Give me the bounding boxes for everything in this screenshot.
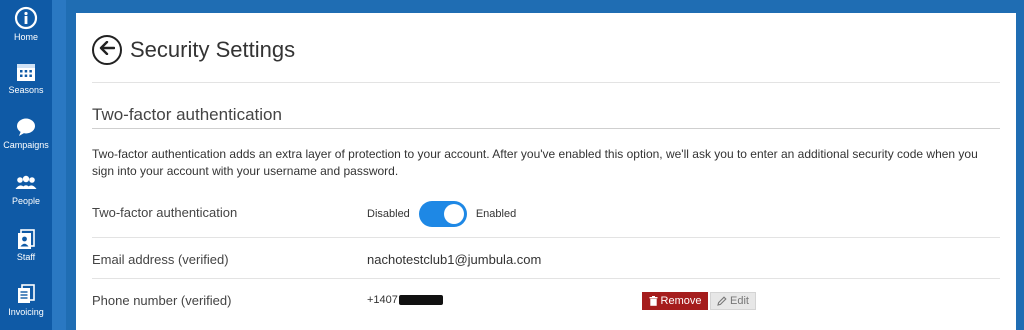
tfa-label: Two-factor authentication bbox=[92, 205, 238, 220]
invoice-icon bbox=[0, 283, 52, 305]
sidebar-item-campaigns[interactable]: Campaigns bbox=[0, 116, 52, 150]
section-divider bbox=[92, 128, 1000, 129]
phone-value: +1407 bbox=[367, 294, 443, 306]
sidebar-item-label: Invoicing bbox=[8, 307, 44, 317]
toggle-off-label: Disabled bbox=[367, 208, 410, 220]
sidebar-item-staff[interactable]: Staff bbox=[0, 228, 52, 262]
phone-label: Phone number (verified) bbox=[92, 293, 232, 308]
divider bbox=[92, 82, 1000, 83]
sidebar-item-people[interactable]: People bbox=[0, 172, 52, 206]
email-value: nachotestclub1@jumbula.com bbox=[367, 252, 542, 267]
remove-label: Remove bbox=[660, 295, 702, 307]
divider bbox=[92, 237, 1000, 238]
sidebar: Home Seasons Campaigns People Staff Invo… bbox=[0, 0, 52, 330]
sidebar-item-invoicing[interactable]: Invoicing bbox=[0, 283, 52, 317]
back-button[interactable] bbox=[92, 35, 122, 65]
tfa-toggle[interactable] bbox=[418, 201, 467, 227]
section-description: Two-factor authentication adds an extra … bbox=[92, 147, 978, 178]
toggle-knob bbox=[443, 204, 464, 224]
page-title: Security Settings bbox=[130, 37, 296, 62]
arrow-left-icon bbox=[99, 40, 116, 60]
section-title: Two-factor authentication bbox=[92, 105, 282, 124]
email-label: Email address (verified) bbox=[92, 252, 229, 267]
edit-phone-button[interactable]: Edit bbox=[710, 292, 756, 310]
people-icon bbox=[0, 172, 52, 194]
pencil-icon bbox=[717, 296, 727, 306]
calendar-icon bbox=[0, 61, 52, 83]
sidebar-item-seasons[interactable]: Seasons bbox=[0, 61, 52, 95]
info-icon bbox=[0, 6, 52, 30]
redacted-phone-digits bbox=[398, 295, 443, 306]
sidebar-item-home[interactable]: Home bbox=[0, 6, 52, 42]
toggle-on-label: Enabled bbox=[475, 208, 517, 220]
sidebar-gutter bbox=[52, 0, 66, 330]
tfa-toggle-group: Disabled Enabled bbox=[367, 201, 516, 227]
speech-bubble-icon bbox=[0, 116, 52, 138]
sidebar-item-label: People bbox=[11, 196, 41, 206]
remove-phone-button[interactable]: Remove bbox=[642, 292, 708, 310]
phone-prefix: +1407 bbox=[367, 294, 398, 306]
sidebar-item-label: Campaigns bbox=[3, 140, 49, 150]
edit-label: Edit bbox=[730, 295, 749, 307]
sidebar-item-label: Home bbox=[13, 32, 38, 42]
trash-icon bbox=[649, 296, 658, 306]
page-header: Security Settings bbox=[92, 35, 295, 65]
sidebar-item-label: Seasons bbox=[8, 85, 44, 95]
sidebar-item-label: Staff bbox=[16, 252, 36, 262]
settings-panel: Security Settings Two-factor authenticat… bbox=[76, 13, 1016, 330]
divider bbox=[92, 278, 1000, 279]
staff-icon bbox=[0, 228, 52, 250]
